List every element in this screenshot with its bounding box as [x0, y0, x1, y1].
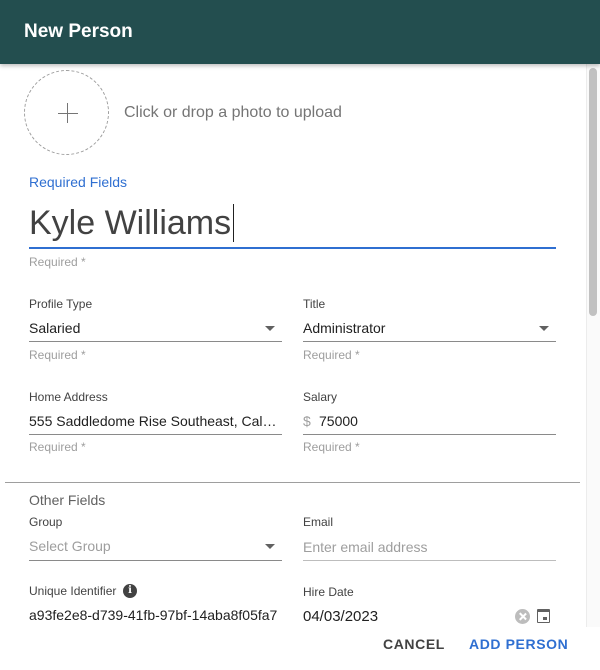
dialog-actions: CANCEL ADD PERSON — [0, 627, 600, 670]
text-caret — [233, 204, 235, 242]
home-address-helper: Required * — [29, 440, 86, 454]
name-value: Kyle Williams — [29, 204, 232, 242]
dropdown-arrow-icon — [265, 326, 275, 331]
salary-prefix: $ — [303, 413, 311, 429]
dropdown-arrow-icon — [539, 326, 549, 331]
section-divider — [5, 482, 580, 483]
unique-identifier-label: Unique Identifier — [29, 584, 117, 598]
photo-upload-dropzone[interactable] — [24, 70, 109, 155]
salary-label: Salary — [303, 390, 338, 404]
home-address-label: Home Address — [29, 390, 108, 404]
email-placeholder: Enter email address — [303, 539, 428, 555]
dialog-header: New Person — [0, 0, 600, 64]
dialog-content: Click or drop a photo to upload Required… — [0, 64, 586, 627]
salary-value: 75000 — [319, 413, 358, 429]
required-fields-heading: Required Fields — [29, 174, 128, 190]
info-icon[interactable]: i — [123, 584, 137, 598]
scrollbar-thumb[interactable] — [589, 68, 597, 316]
profile-type-helper: Required * — [29, 348, 86, 362]
hire-date-label: Hire Date — [303, 585, 354, 599]
title-helper: Required * — [303, 348, 360, 362]
home-address-value: 555 Saddledome Rise Southeast, Calgary — [29, 413, 281, 429]
name-helper: Required * — [29, 255, 86, 269]
add-person-button[interactable]: ADD PERSON — [469, 636, 568, 652]
profile-type-value: Salaried — [29, 320, 81, 336]
profile-type-label: Profile Type — [29, 297, 93, 311]
salary-helper: Required * — [303, 440, 360, 454]
cancel-button[interactable]: CANCEL — [383, 636, 445, 652]
dropdown-arrow-icon — [265, 544, 275, 549]
clear-icon[interactable] — [515, 609, 530, 624]
calendar-icon[interactable] — [537, 609, 550, 623]
name-input[interactable]: Kyle Williams — [29, 200, 556, 249]
group-label: Group — [29, 515, 63, 529]
unique-identifier-value: a93fe2e8-d739-41fb-97bf-14aba8f05fa7 — [29, 607, 278, 623]
plus-icon — [58, 113, 78, 114]
hire-date-value: 04/03/2023 — [303, 608, 379, 625]
group-placeholder: Select Group — [29, 538, 111, 554]
email-label: Email — [303, 515, 334, 529]
title-value: Administrator — [303, 320, 386, 336]
dialog-title: New Person — [24, 21, 133, 42]
other-fields-heading: Other Fields — [29, 492, 106, 508]
photo-upload-text[interactable]: Click or drop a photo to upload — [124, 104, 342, 122]
title-label: Title — [303, 297, 326, 311]
